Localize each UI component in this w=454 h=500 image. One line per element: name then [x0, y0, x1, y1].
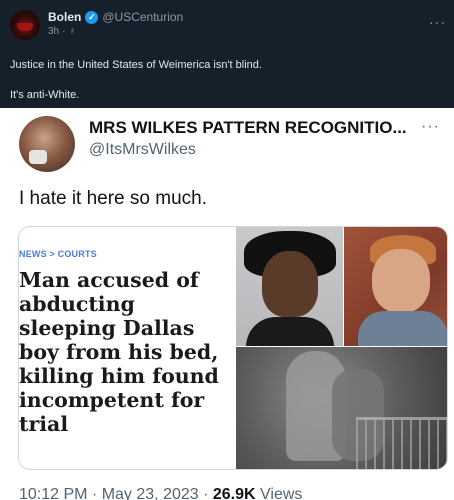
mugshot-shirt-shape [246, 317, 334, 346]
mugshot-image [236, 227, 343, 346]
tweet-timestamp: 10:12 PM · May 23, 2023 · [19, 486, 213, 500]
child-shirt-shape [358, 311, 447, 346]
post-text-line: It's anti-White. [10, 89, 80, 101]
article-category: NEWS > COURTS [19, 249, 97, 259]
outer-post-header: Bolen ✓ @USCenturion 3h · ♁ [10, 10, 183, 44]
name-row: Bolen ✓ @USCenturion [48, 10, 183, 24]
avatar[interactable] [10, 10, 40, 40]
time-separator: · [62, 26, 66, 37]
post-time[interactable]: 3h [48, 26, 59, 37]
embedded-display-name: MRS WILKES PATTERN RECOGNITIO... [89, 118, 407, 137]
child-face-shape [372, 249, 430, 313]
views-label: Views [255, 486, 303, 500]
post-text-line: Justice in the United States of Weimeric… [10, 59, 262, 71]
embedded-tweet-footer: 10:12 PM · May 23, 2023 · 26.9K Views [19, 486, 302, 500]
article-text-block: NEWS > COURTS Man accused of abducting s… [19, 227, 236, 469]
child-photo-image [344, 227, 447, 346]
views-count: 26.9K [212, 486, 256, 500]
article-headline: Man accused of abducting sleeping Dallas… [19, 268, 219, 436]
audience-icon: ♁ [68, 26, 76, 37]
embedded-more-icon: ··· [421, 118, 440, 135]
outer-post-meta: Bolen ✓ @USCenturion 3h · ♁ [48, 10, 183, 37]
mugshot-face-shape [262, 251, 318, 317]
news-article-card: NEWS > COURTS Man accused of abducting s… [18, 226, 448, 470]
display-name[interactable]: Bolen [48, 10, 81, 24]
embedded-handle: @ItsMrsWilkes [89, 141, 196, 158]
camera-footage-image [236, 347, 447, 469]
user-handle[interactable]: @USCenturion [102, 10, 183, 24]
embedded-avatar [19, 116, 75, 172]
crib-rail-shape [356, 417, 447, 469]
embedded-tweet-text: I hate it here so much. [19, 188, 207, 209]
time-row: 3h · ♁ [48, 26, 183, 37]
verified-badge-icon: ✓ [85, 10, 99, 24]
more-options-icon[interactable]: ··· [429, 14, 446, 30]
